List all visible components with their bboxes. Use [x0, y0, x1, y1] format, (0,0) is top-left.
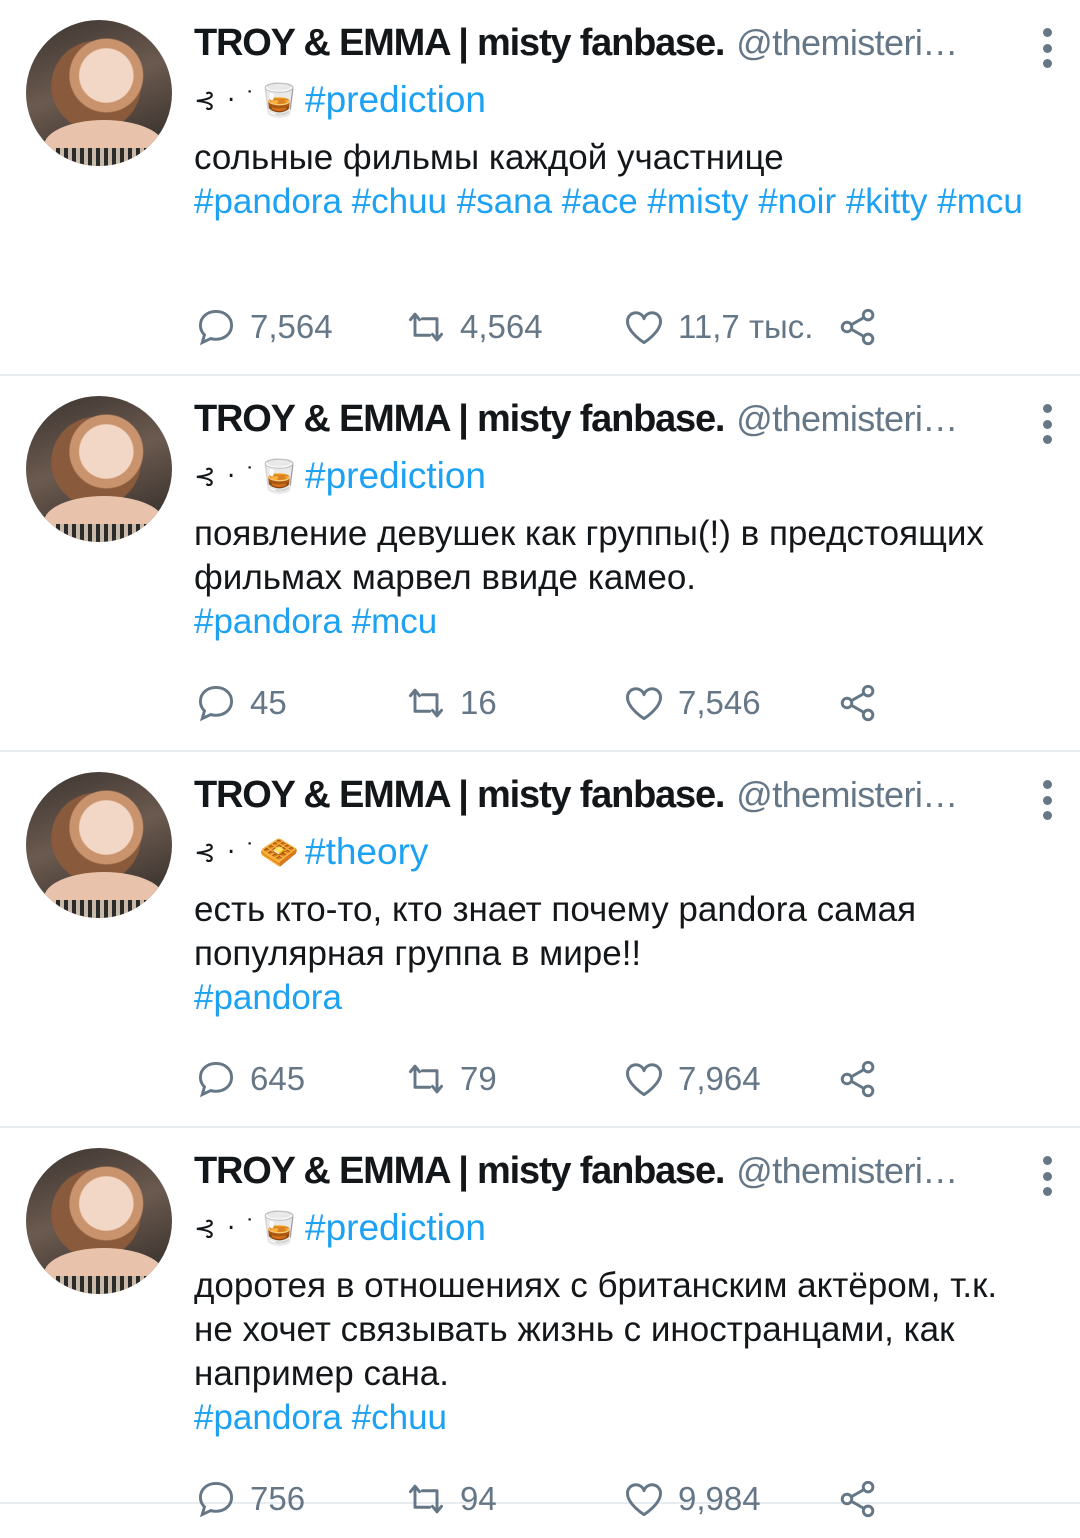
- tweet[interactable]: TROY & EMMA | misty fanbase. @themisteri…: [0, 1128, 1080, 1518]
- reply-count: 645: [250, 1060, 306, 1097]
- more-vertical-icon[interactable]: [1040, 28, 1054, 68]
- share-button[interactable]: [836, 678, 880, 728]
- like-count: 7,964: [678, 1060, 761, 1097]
- like-count: 7,546: [678, 684, 761, 721]
- reply-button[interactable]: 45: [194, 678, 287, 728]
- more-vertical-icon[interactable]: [1040, 1156, 1054, 1196]
- tweet-text: есть кто-то, кто знает почему pandora са…: [194, 890, 917, 973]
- heart-icon: [626, 687, 662, 721]
- like-button[interactable]: 7,964: [622, 1054, 761, 1104]
- retweet-icon: [408, 1064, 444, 1094]
- reply-icon: [198, 685, 234, 722]
- tweet-hashtags[interactable]: #pandora #chuu #sana #ace #misty #noir #…: [194, 180, 1040, 224]
- retweet-count: 16: [460, 684, 497, 721]
- reply-count: 7,564: [250, 308, 333, 345]
- reply-button[interactable]: 756: [194, 1474, 305, 1524]
- tweet-text: сольные фильмы каждой участнице: [194, 138, 784, 177]
- share-icon: [840, 1060, 875, 1098]
- heart-icon: [626, 1483, 662, 1517]
- whisky-glass-icon: 🥃: [259, 1210, 299, 1246]
- tweet-hashtags[interactable]: #pandora #chuu: [194, 1396, 1040, 1440]
- share-button[interactable]: [836, 1474, 880, 1524]
- tweet-hashtags[interactable]: #pandora: [194, 976, 1040, 1020]
- share-button[interactable]: [836, 302, 880, 352]
- retweet-icon: [408, 688, 444, 718]
- avatar[interactable]: [26, 20, 172, 166]
- retweet-count: 79: [460, 1060, 497, 1097]
- retweet-icon: [408, 312, 444, 342]
- category-hashtag[interactable]: #prediction: [305, 455, 486, 497]
- like-button[interactable]: 9,984: [622, 1474, 761, 1524]
- share-button[interactable]: [836, 1054, 880, 1104]
- reply-count: 45: [250, 684, 287, 721]
- tweet-text: доротея в отношениях с британским актёро…: [194, 1266, 998, 1393]
- reply-icon: [198, 1481, 234, 1518]
- author-handle: @themisteri…: [736, 1150, 958, 1191]
- retweet-count: 4,564: [460, 308, 543, 345]
- author-handle: @themisteri…: [736, 22, 958, 63]
- category-hashtag[interactable]: #theory: [305, 831, 428, 873]
- retweet-button[interactable]: 4,564: [404, 302, 543, 352]
- share-icon: [840, 308, 875, 346]
- reply-button[interactable]: 645: [194, 1054, 305, 1104]
- like-button[interactable]: 7,546: [622, 678, 761, 728]
- whisky-glass-icon: 🥃: [259, 82, 299, 118]
- tweet[interactable]: TROY & EMMA | misty fanbase. @themisteri…: [0, 376, 1080, 752]
- decoration: ⊰ ‧ ˙: [194, 1212, 258, 1243]
- tweet[interactable]: TROY & EMMA | misty fanbase. @themisteri…: [0, 752, 1080, 1128]
- like-count: 9,984: [678, 1480, 761, 1517]
- author-handle: @themisteri…: [736, 398, 958, 439]
- avatar[interactable]: [26, 772, 172, 918]
- heart-icon: [626, 311, 662, 345]
- share-icon: [840, 684, 875, 722]
- retweet-count: 94: [460, 1480, 497, 1517]
- share-icon: [840, 1480, 875, 1518]
- waffle-icon: 🧇: [259, 834, 299, 870]
- decoration: ⊰ ‧ ˙: [194, 836, 258, 867]
- retweet-icon: [408, 1484, 444, 1514]
- whisky-glass-icon: 🥃: [259, 458, 299, 494]
- author-name[interactable]: TROY & EMMA | misty fanbase.: [194, 1150, 725, 1193]
- reply-icon: [198, 1061, 234, 1098]
- retweet-button[interactable]: 16: [404, 678, 497, 728]
- reply-icon: [198, 309, 234, 346]
- tweet[interactable]: TROY & EMMA | misty fanbase. @themisteri…: [0, 0, 1080, 376]
- author-name[interactable]: TROY & EMMA | misty fanbase.: [194, 22, 725, 65]
- author-name[interactable]: TROY & EMMA | misty fanbase.: [194, 398, 725, 441]
- category-hashtag[interactable]: #prediction: [305, 79, 486, 121]
- reply-button[interactable]: 7,564: [194, 302, 333, 352]
- author-handle: @themisteri…: [736, 774, 958, 815]
- decoration: ⊰ ‧ ˙: [194, 84, 258, 115]
- category-hashtag[interactable]: #prediction: [305, 1207, 486, 1249]
- like-button[interactable]: 11,7 тыс.: [622, 302, 813, 352]
- more-vertical-icon[interactable]: [1040, 780, 1054, 820]
- retweet-button[interactable]: 79: [404, 1054, 497, 1104]
- author-name[interactable]: TROY & EMMA | misty fanbase.: [194, 774, 725, 817]
- retweet-button[interactable]: 94: [404, 1474, 497, 1524]
- avatar[interactable]: [26, 1148, 172, 1294]
- decoration: ⊰ ‧ ˙: [194, 460, 258, 491]
- reply-count: 756: [250, 1480, 306, 1517]
- tweet-hashtags[interactable]: #pandora #mcu: [194, 600, 1040, 644]
- tweet-text: появление девушек как группы(!) в предст…: [194, 514, 984, 597]
- like-count: 11,7 тыс.: [678, 308, 814, 345]
- avatar[interactable]: [26, 396, 172, 542]
- more-vertical-icon[interactable]: [1040, 404, 1054, 444]
- heart-icon: [626, 1063, 662, 1097]
